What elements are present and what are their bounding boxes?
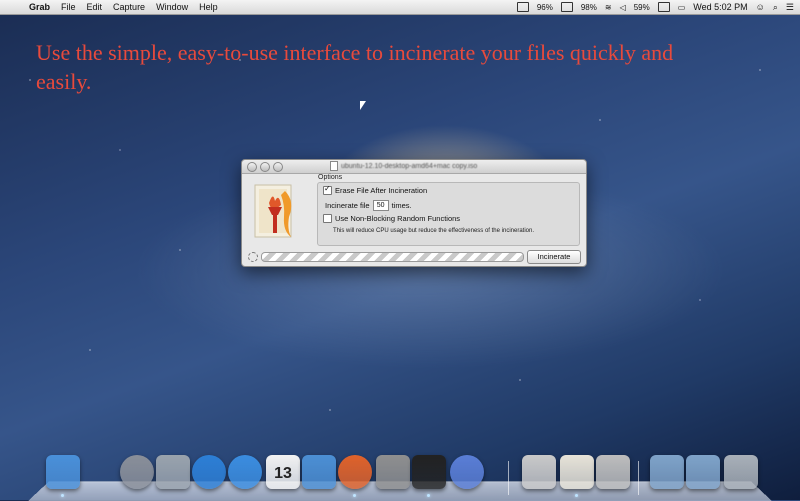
system-preferences-icon[interactable] — [376, 455, 410, 489]
dock: 13 — [0, 455, 800, 500]
erase-option-row[interactable]: Erase File After Incineration — [323, 184, 428, 195]
battery-pct[interactable]: 59% — [634, 3, 650, 12]
wifi-icon[interactable]: ≋ — [605, 3, 612, 12]
dock-separator — [508, 461, 509, 495]
erase-checkbox[interactable] — [323, 184, 332, 195]
calendar-date: 13 — [274, 465, 292, 482]
folder-applications-icon[interactable] — [650, 455, 684, 489]
user-icon[interactable]: ☺ — [756, 2, 765, 12]
window-bottom-bar: Incinerate — [242, 247, 586, 265]
calendar-icon[interactable]: 13 — [266, 455, 300, 489]
terminal-icon[interactable] — [412, 455, 446, 489]
close-button[interactable] — [247, 162, 257, 172]
itunes-icon[interactable] — [450, 455, 484, 489]
notification-center-icon[interactable]: ☰ — [786, 2, 794, 13]
volume-icon[interactable]: ◁ — [620, 3, 626, 12]
options-label: Options — [318, 174, 343, 181]
menu-window[interactable]: Window — [156, 2, 188, 12]
menu-app-name[interactable]: Grab — [29, 2, 50, 12]
running-indicator — [353, 494, 356, 497]
erase-label: Erase File After Incineration — [335, 186, 428, 195]
folder-downloads-icon[interactable] — [686, 455, 720, 489]
incinerate-suffix-label: times. — [391, 201, 412, 210]
times-input[interactable]: 50 — [372, 200, 389, 211]
headline-text: Use the simple, easy-to-use interface to… — [36, 40, 674, 94]
nonblocking-label: Use Non-Blocking Random Functions — [335, 214, 461, 223]
mission-control-icon[interactable] — [156, 455, 190, 489]
running-indicator — [61, 494, 64, 497]
status-pct-2[interactable]: 98% — [581, 3, 597, 12]
xcode-icon[interactable] — [302, 455, 336, 489]
document-icon — [330, 161, 338, 171]
incinerate-prefix-label: Incinerate file — [325, 201, 370, 210]
battery-small-icon[interactable] — [560, 2, 573, 12]
menu-file[interactable]: File — [61, 2, 76, 12]
automator-icon[interactable] — [596, 455, 630, 489]
menu-capture[interactable]: Capture — [113, 2, 145, 12]
menu-bar: Grab File Edit Capture Window Help 96% 9… — [0, 0, 800, 15]
preview-icon[interactable] — [522, 455, 556, 489]
minimize-button[interactable] — [260, 162, 270, 172]
nonblocking-checkbox[interactable] — [323, 214, 332, 223]
menu-edit[interactable]: Edit — [87, 2, 103, 12]
dock-separator — [638, 461, 639, 495]
nonblocking-option-row[interactable]: Use Non-Blocking Random Functions — [323, 214, 460, 223]
incinerate-button[interactable]: Incinerate — [527, 250, 581, 264]
battery-icon[interactable] — [657, 2, 670, 12]
incinerate-count-row: Incinerate file 50 times. — [325, 200, 412, 211]
input-flag-icon[interactable]: ▭ — [678, 3, 686, 12]
safari-icon[interactable] — [228, 455, 262, 489]
incinerator-window: ubuntu-12.10-desktop-amd64+mac copy.iso … — [241, 159, 587, 267]
torch-icon — [251, 183, 301, 243]
clock[interactable]: Wed 5:02 PM — [693, 2, 747, 12]
spinner-icon — [248, 252, 258, 262]
running-indicator — [575, 494, 578, 497]
window-title: ubuntu-12.10-desktop-amd64+mac copy.iso — [330, 161, 477, 171]
spotlight-icon[interactable]: ⌕ — [773, 2, 778, 13]
mouse-cursor-icon — [360, 101, 366, 110]
status-pct-1[interactable]: 96% — [537, 3, 553, 12]
menu-help[interactable]: Help — [199, 2, 218, 12]
nonblocking-note: This will reduce CPU usage but reduce th… — [333, 228, 534, 234]
window-titlebar[interactable]: ubuntu-12.10-desktop-amd64+mac copy.iso — [242, 160, 586, 174]
incinerator-icon[interactable] — [560, 455, 594, 489]
options-panel: Erase File After Incineration Incinerate… — [317, 182, 580, 246]
cleaner-icon[interactable] — [338, 455, 372, 489]
launchpad-icon[interactable] — [120, 455, 154, 489]
finder-icon[interactable] — [46, 455, 80, 489]
terminal-status-icon[interactable] — [516, 2, 529, 12]
running-indicator — [427, 494, 430, 497]
app-store-icon[interactable] — [192, 455, 226, 489]
progress-bar — [261, 252, 524, 262]
zoom-button[interactable] — [273, 162, 283, 172]
trash-icon[interactable] — [724, 455, 758, 489]
